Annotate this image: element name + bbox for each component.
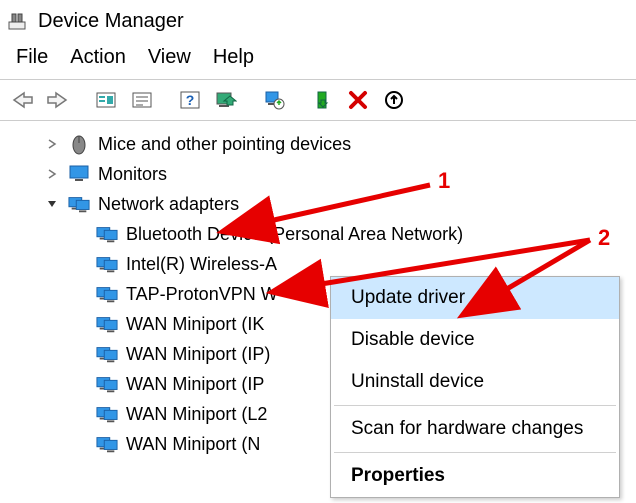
menu-action[interactable]: Action	[70, 46, 126, 69]
annotation-label-2: 2	[598, 225, 610, 251]
show-hide-button[interactable]	[90, 84, 122, 116]
menu-help[interactable]: Help	[213, 46, 254, 69]
annotation-label-1: 1	[438, 168, 450, 194]
properties-button[interactable]	[126, 84, 158, 116]
tree-item-mice[interactable]: Mice and other pointing devices	[18, 129, 636, 159]
tree-item-bluetooth[interactable]: Bluetooth Device (Personal Area Network)	[18, 219, 636, 249]
context-menu-update-driver[interactable]: Update driver	[331, 277, 619, 319]
tree-label: Monitors	[98, 164, 167, 185]
tree-label: WAN Miniport (IK	[126, 314, 264, 335]
network-adapter-icon	[96, 433, 118, 455]
tree-label: WAN Miniport (N	[126, 434, 260, 455]
expand-icon[interactable]	[44, 166, 60, 182]
context-menu-separator	[334, 405, 616, 406]
context-menu-label: Scan for hardware changes	[351, 418, 583, 439]
network-adapter-icon	[96, 373, 118, 395]
tree-label: WAN Miniport (IP)	[126, 344, 270, 365]
monitor-icon	[68, 163, 90, 185]
tree-label: Intel(R) Wireless-A	[126, 254, 277, 275]
network-adapter-icon	[68, 193, 90, 215]
scan-button[interactable]	[210, 84, 242, 116]
network-adapter-icon	[96, 283, 118, 305]
network-adapter-icon	[96, 223, 118, 245]
disable-button[interactable]	[378, 84, 410, 116]
update-driver-button[interactable]	[258, 84, 290, 116]
help-button[interactable]: ?	[174, 84, 206, 116]
context-menu: Update driver Disable device Uninstall d…	[330, 276, 620, 498]
expand-icon[interactable]	[44, 136, 60, 152]
network-adapter-icon	[96, 343, 118, 365]
context-menu-disable-device[interactable]: Disable device	[331, 319, 619, 361]
context-menu-label: Uninstall device	[351, 371, 484, 392]
svg-text:?: ?	[186, 92, 195, 108]
tree-label: Bluetooth Device (Personal Area Network)	[126, 224, 463, 245]
tree-label: Mice and other pointing devices	[98, 134, 351, 155]
context-menu-separator	[334, 452, 616, 453]
tree-item-monitors[interactable]: Monitors	[18, 159, 636, 189]
tree-item-network-adapters[interactable]: Network adapters	[18, 189, 636, 219]
delete-button[interactable]	[342, 84, 374, 116]
collapse-icon[interactable]	[44, 196, 60, 212]
titlebar: Device Manager	[0, 0, 636, 40]
context-menu-label: Properties	[351, 465, 445, 486]
context-menu-scan-hardware[interactable]: Scan for hardware changes	[331, 408, 619, 450]
mouse-icon	[68, 133, 90, 155]
tree-label: WAN Miniport (L2	[126, 404, 267, 425]
tree-label: WAN Miniport (IP	[126, 374, 264, 395]
network-adapter-icon	[96, 253, 118, 275]
context-menu-properties[interactable]: Properties	[331, 455, 619, 497]
menu-file[interactable]: File	[16, 46, 48, 69]
context-menu-uninstall-device[interactable]: Uninstall device	[331, 361, 619, 403]
toolbar: ?	[0, 79, 636, 121]
menubar: File Action View Help	[0, 40, 636, 79]
network-adapter-icon	[96, 313, 118, 335]
context-menu-label: Disable device	[351, 329, 475, 350]
tree-item-intel-wireless[interactable]: Intel(R) Wireless-A	[18, 249, 636, 279]
window-title: Device Manager	[38, 10, 184, 33]
uninstall-button[interactable]	[306, 84, 338, 116]
app-icon	[6, 10, 28, 32]
network-adapter-icon	[96, 403, 118, 425]
forward-button[interactable]	[42, 84, 74, 116]
tree-label: Network adapters	[98, 194, 239, 215]
menu-view[interactable]: View	[148, 46, 191, 69]
back-button[interactable]	[6, 84, 38, 116]
tree-label: TAP-ProtonVPN W	[126, 284, 278, 305]
context-menu-label: Update driver	[351, 287, 465, 308]
